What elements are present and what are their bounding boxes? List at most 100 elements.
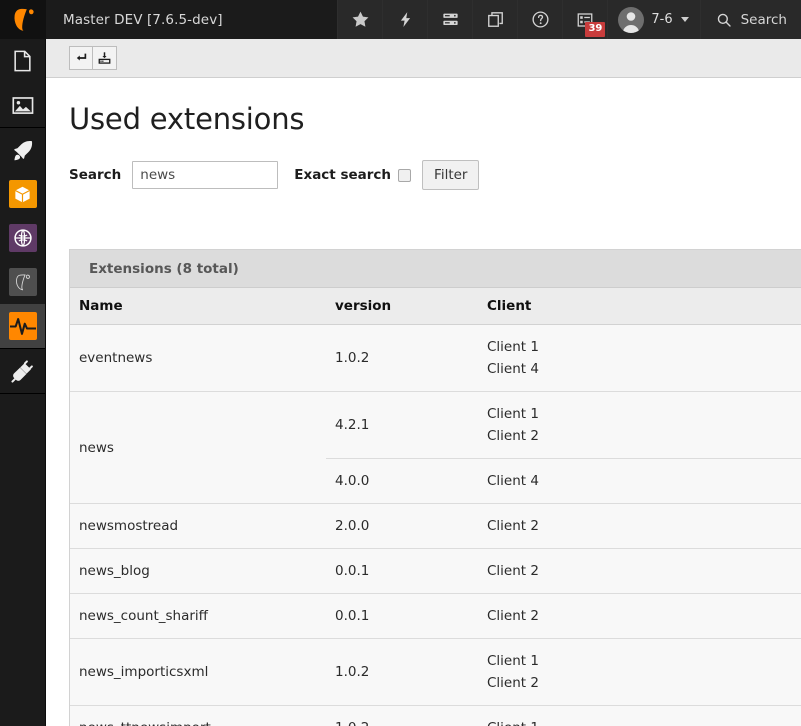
- sidebar-item-reports[interactable]: [0, 304, 45, 348]
- module-body: Used extensions Search Exact search Filt…: [46, 78, 801, 726]
- cell-clients: Client 2: [478, 593, 801, 639]
- user-icon: [622, 11, 640, 33]
- doc-header-buttons: [69, 46, 117, 70]
- cell-version: 1.0.2: [326, 705, 478, 726]
- rocket-icon: [9, 136, 37, 164]
- cell-version: 1.0.2: [326, 324, 478, 392]
- cell-clients: Client 4: [478, 458, 801, 503]
- image-icon: [9, 91, 37, 119]
- module-group-plugin: [0, 349, 45, 394]
- pulse-icon: [8, 312, 37, 340]
- table-row[interactable]: eventnews 1.0.2 Client 1 Client 4: [70, 324, 801, 392]
- cell-extension-name: eventnews: [70, 324, 326, 392]
- table-header-row: Name version Client: [70, 288, 801, 325]
- document-icon: [9, 47, 37, 75]
- typo3-logo-icon: [14, 8, 34, 31]
- cell-clients: Client 2: [478, 548, 801, 594]
- sidebar-item-typo3-module[interactable]: [0, 260, 45, 304]
- table-row[interactable]: news_importicsxml 1.0.2 Client 1 Client 2: [70, 638, 801, 706]
- systeminformation-button[interactable]: [427, 0, 473, 39]
- version-subrow[interactable]: 4.2.1 Client 1 Client 2: [326, 392, 801, 459]
- back-button[interactable]: [69, 46, 93, 70]
- notifications-button[interactable]: 39: [562, 0, 608, 39]
- module-title: Master DEV [7.6.5-dev]: [46, 0, 338, 39]
- sidebar-item-extensions[interactable]: [0, 172, 45, 216]
- copy-icon: [487, 12, 503, 27]
- search-label: Search: [740, 11, 787, 28]
- cell-version: 1.0.2: [326, 638, 478, 706]
- filter-button[interactable]: Filter: [422, 160, 480, 190]
- table-row[interactable]: news_count_shariff 0.0.1 Client 2: [70, 593, 801, 639]
- cell-clients: Client 2: [478, 503, 801, 549]
- cell-version: 0.0.1: [326, 548, 478, 594]
- chevron-down-icon: [680, 17, 689, 22]
- client-entry: Client 2: [487, 608, 539, 624]
- cell-clients: Client 1 Client 2: [478, 638, 801, 706]
- typo3-icon: [8, 268, 37, 296]
- search-filter-form: Search Exact search Filter: [46, 136, 801, 190]
- client-entry: Client 2: [487, 563, 539, 579]
- export-icon: [98, 52, 111, 64]
- cell-clients: Client 1 Client 4: [478, 324, 801, 392]
- table-row[interactable]: news_ttnewsimport1.0.2 Client 1: [70, 705, 801, 726]
- version-subtable: 4.2.1 Client 1 Client 2 4.0.0 Client 4: [326, 392, 801, 503]
- exact-search-label: Exact search: [294, 167, 392, 183]
- client-entry: Client 4: [487, 361, 539, 377]
- sidebar-item-plugin[interactable]: [0, 349, 45, 393]
- sidebar-item-globe[interactable]: [0, 216, 45, 260]
- client-entry: Client 1: [487, 406, 539, 422]
- client-entry: Client 2: [487, 518, 539, 534]
- cell-extension-name: news_ttnewsimport: [70, 705, 326, 726]
- sidebar-item-filelist[interactable]: [0, 83, 45, 127]
- extensions-panel: Extensions (8 total) Name version Client…: [69, 249, 801, 726]
- bookmarks-button[interactable]: [337, 0, 383, 39]
- avatar: [618, 6, 645, 33]
- table-row[interactable]: news 4.2.1 Client 1 Client 2 4.0.0 Client 4: [70, 391, 801, 504]
- return-arrow-icon: [76, 53, 87, 61]
- help-button[interactable]: [517, 0, 563, 39]
- client-entry: Client 1: [487, 339, 539, 355]
- search-field-label: Search: [69, 167, 122, 183]
- module-group-web: [0, 39, 45, 128]
- sidebar-item-page[interactable]: [0, 39, 45, 83]
- version-subrow[interactable]: 4.0.0 Client 4: [326, 458, 801, 503]
- column-header-version[interactable]: version: [326, 288, 478, 325]
- cell-extension-name: news_importicsxml: [70, 638, 326, 706]
- client-entry: Client 4: [487, 473, 539, 489]
- table-row[interactable]: newsmostread 2.0.0 Client 2: [70, 503, 801, 549]
- flash-icon: [400, 12, 410, 27]
- server-icon: [443, 13, 458, 26]
- module-menu: [0, 39, 46, 726]
- table-row[interactable]: news_blog 0.0.1 Client 2: [70, 548, 801, 594]
- typo3-logo[interactable]: [0, 0, 46, 39]
- sidebar-item-rocket[interactable]: [0, 128, 45, 172]
- export-button[interactable]: [93, 46, 117, 70]
- cell-version-group: 4.2.1 Client 1 Client 2 4.0.0 Client 4: [326, 391, 801, 504]
- cell-extension-name: news: [70, 391, 326, 504]
- search-input[interactable]: [132, 161, 279, 189]
- search-toolbar-item[interactable]: Search: [699, 0, 801, 39]
- client-entry: Client 2: [487, 675, 539, 691]
- clipboard-button[interactable]: [472, 0, 518, 39]
- user-menu[interactable]: 7-6: [607, 0, 700, 39]
- exact-search-checkbox[interactable]: [398, 168, 412, 182]
- document-header: [46, 39, 801, 78]
- search-icon: [717, 13, 731, 27]
- star-icon: [352, 11, 369, 27]
- cell-version: 2.0.0: [326, 503, 478, 549]
- cell-extension-name: newsmostread: [70, 503, 326, 549]
- client-entry: Client 1: [487, 717, 801, 726]
- cell-extension-name: news_blog: [70, 548, 326, 594]
- help-icon: [532, 11, 549, 28]
- cell-clients: Client 1 Client 2: [478, 392, 801, 459]
- flash-messages-button[interactable]: [382, 0, 428, 39]
- cell-version: 0.0.1: [326, 593, 478, 639]
- globe-icon: [8, 224, 37, 252]
- page-title: Used extensions: [69, 102, 305, 136]
- column-header-name[interactable]: Name: [70, 288, 326, 325]
- box-icon: [8, 180, 37, 208]
- top-toolbar: Master DEV [7.6.5-dev] 39 7-6 Search: [0, 0, 801, 39]
- plug-icon: [9, 357, 37, 385]
- client-entry: Client 2: [487, 428, 539, 444]
- column-header-client[interactable]: Client: [478, 288, 801, 325]
